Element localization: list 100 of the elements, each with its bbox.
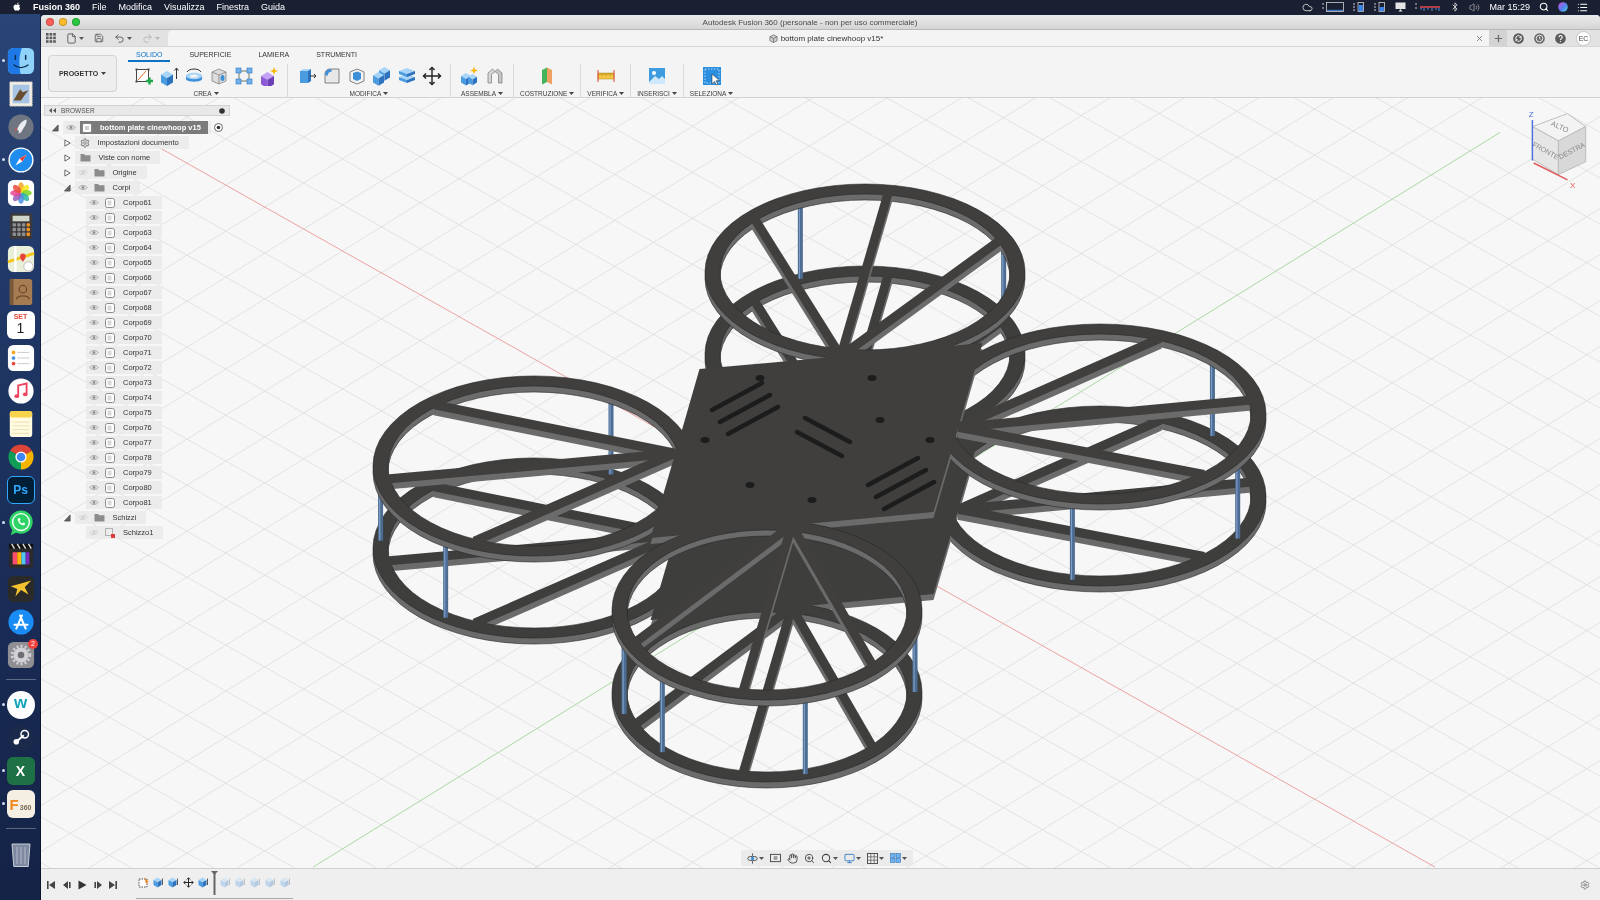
checklist-icon[interactable] bbox=[6, 343, 35, 372]
list-icon[interactable] bbox=[1577, 1, 1588, 13]
face-icon[interactable] bbox=[6, 46, 35, 75]
disclosure-triangle-icon[interactable] bbox=[63, 168, 71, 177]
bluetooth-icon[interactable] bbox=[1450, 2, 1461, 12]
box-hole-icon[interactable] bbox=[208, 66, 229, 86]
app-tile[interactable]: Ps bbox=[6, 475, 35, 504]
menu-item[interactable]: Guida bbox=[260, 0, 285, 14]
apple-logo-icon[interactable] bbox=[13, 2, 21, 12]
display-icon[interactable] bbox=[1395, 2, 1407, 12]
caret-icon[interactable] bbox=[127, 36, 132, 40]
graph-box-icon[interactable] bbox=[1322, 2, 1345, 12]
skip-end-icon[interactable] bbox=[108, 879, 118, 890]
cube-icon[interactable] bbox=[198, 877, 209, 888]
caret-icon[interactable] bbox=[671, 91, 677, 95]
orb-icon[interactable] bbox=[1558, 2, 1568, 12]
rounded-corner-icon[interactable] bbox=[321, 66, 342, 86]
network-graph-icon[interactable] bbox=[1415, 2, 1442, 12]
eye-icon[interactable] bbox=[89, 199, 99, 206]
clapper-icon[interactable] bbox=[6, 541, 35, 570]
rocket-icon[interactable] bbox=[6, 112, 35, 141]
close-icon[interactable] bbox=[1475, 33, 1484, 43]
skip-start-icon[interactable] bbox=[46, 879, 56, 890]
sketch-icon[interactable] bbox=[138, 877, 149, 888]
monitor-icon[interactable] bbox=[844, 852, 855, 864]
caret-icon[interactable] bbox=[728, 91, 734, 95]
app-menu[interactable]: Fusion 360 bbox=[33, 0, 80, 14]
hand-icon[interactable] bbox=[787, 852, 798, 864]
help-icon[interactable] bbox=[1555, 32, 1566, 44]
cubes-star-icon[interactable] bbox=[459, 66, 480, 86]
segmented-circle-icon[interactable] bbox=[6, 442, 35, 471]
cloud-icon[interactable] bbox=[1302, 1, 1314, 13]
eye-icon[interactable] bbox=[89, 214, 99, 221]
magnifier-icon[interactable] bbox=[821, 852, 832, 864]
framed-square-icon[interactable] bbox=[770, 853, 781, 863]
music-note-icon[interactable] bbox=[6, 376, 35, 405]
stamp-icon[interactable] bbox=[6, 79, 35, 108]
disclosure-triangle-icon[interactable] bbox=[63, 183, 71, 192]
file-icon[interactable] bbox=[66, 32, 77, 44]
cube-icon[interactable] bbox=[168, 877, 179, 888]
undo-icon[interactable] bbox=[114, 32, 125, 44]
menu-item[interactable]: Finestra bbox=[216, 0, 249, 14]
caret-icon[interactable] bbox=[833, 856, 838, 860]
box-arrow-icon[interactable] bbox=[158, 66, 179, 86]
disclosure-triangle-icon[interactable] bbox=[63, 513, 71, 522]
caret-icon[interactable] bbox=[383, 91, 389, 95]
eye-icon[interactable] bbox=[89, 229, 99, 236]
zoom-button[interactable] bbox=[72, 18, 80, 26]
menu-item[interactable]: Visualizza bbox=[164, 0, 205, 14]
crossed-sticks-icon[interactable] bbox=[6, 607, 35, 636]
radio-icon[interactable] bbox=[213, 123, 223, 132]
menu-item[interactable]: File bbox=[92, 0, 107, 14]
stacked-plates-icon[interactable] bbox=[396, 66, 417, 86]
close-button[interactable] bbox=[46, 18, 54, 26]
step-back-icon[interactable] bbox=[61, 879, 72, 890]
square-pattern-icon[interactable] bbox=[233, 66, 254, 86]
chat-bubble-icon[interactable] bbox=[6, 508, 35, 537]
caret-icon[interactable] bbox=[902, 856, 907, 860]
dot-icon[interactable] bbox=[219, 107, 225, 114]
move-arrows-icon[interactable] bbox=[183, 877, 194, 888]
eye-icon[interactable] bbox=[89, 244, 99, 251]
search-icon[interactable] bbox=[1539, 2, 1549, 12]
disclosure-triangle-icon[interactable] bbox=[52, 123, 59, 132]
double-arrow-icon[interactable] bbox=[49, 108, 56, 113]
bird-icon[interactable] bbox=[6, 574, 35, 603]
app-tile[interactable]: X bbox=[6, 756, 35, 785]
open-box-icon[interactable] bbox=[346, 66, 367, 86]
orbit-icon[interactable] bbox=[747, 852, 758, 864]
caret-icon[interactable] bbox=[879, 856, 884, 860]
two-cubes-icon[interactable] bbox=[371, 66, 392, 86]
save-icon[interactable] bbox=[94, 33, 104, 43]
volume-icon[interactable] bbox=[1469, 1, 1481, 13]
sync-icon[interactable] bbox=[1513, 32, 1524, 44]
compass-icon[interactable] bbox=[6, 145, 35, 174]
disclosure-triangle-icon[interactable] bbox=[63, 138, 71, 147]
caret-icon[interactable] bbox=[79, 36, 84, 40]
caret-icon[interactable] bbox=[498, 91, 503, 95]
document-tab[interactable]: bottom plate cinewhoop v15* bbox=[168, 30, 1489, 46]
grid-icon[interactable] bbox=[867, 852, 878, 864]
menu-bar-clock[interactable]: Mar 15:29 bbox=[1489, 0, 1530, 14]
eye-icon[interactable] bbox=[66, 124, 76, 131]
menu-item[interactable]: Modifica bbox=[118, 0, 153, 14]
sketch-plus-icon[interactable] bbox=[133, 66, 154, 86]
meter-icon[interactable] bbox=[1353, 2, 1366, 12]
disclosure-triangle-icon[interactable] bbox=[63, 153, 71, 162]
cursor-tile-icon[interactable] bbox=[701, 66, 722, 86]
map-icon[interactable] bbox=[6, 244, 35, 273]
cube-star-icon[interactable] bbox=[258, 66, 279, 86]
caret-icon[interactable] bbox=[759, 856, 764, 860]
move-arrows-icon[interactable] bbox=[421, 66, 442, 86]
caret-icon[interactable] bbox=[856, 856, 861, 860]
clock-icon[interactable] bbox=[1534, 32, 1545, 44]
bracket-pair-icon[interactable] bbox=[484, 66, 505, 86]
viewport-canvas[interactable] bbox=[41, 98, 1600, 868]
caret-icon[interactable] bbox=[101, 72, 107, 75]
cube-icon[interactable] bbox=[153, 877, 164, 888]
grid-icon[interactable] bbox=[46, 33, 56, 43]
caret-icon[interactable] bbox=[213, 91, 219, 95]
picture-icon[interactable] bbox=[647, 66, 668, 86]
step-forward-icon[interactable] bbox=[92, 879, 103, 890]
